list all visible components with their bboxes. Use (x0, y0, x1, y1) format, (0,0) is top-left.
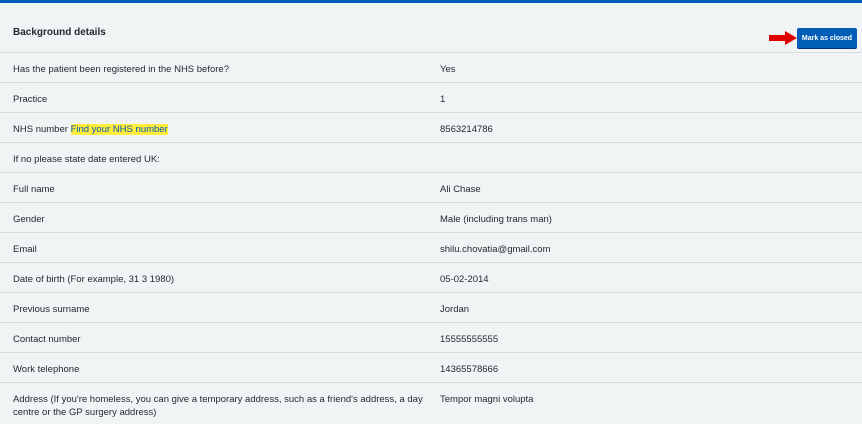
detail-value: Male (including trans man) (440, 214, 552, 225)
section-header: Background details Mark as closed (0, 3, 862, 53)
detail-row: Previous surname Jordan (0, 293, 862, 323)
detail-value: 05-02-2014 (440, 274, 489, 285)
detail-row: Work telephone 14365578666 (0, 353, 862, 383)
detail-row: Date of birth (For example, 31 3 1980) 0… (0, 263, 862, 293)
detail-row: Gender Male (including trans man) (0, 203, 862, 233)
detail-key: If no please state date entered UK: (13, 154, 160, 165)
detail-key: Date of birth (For example, 31 3 1980) (13, 274, 175, 285)
mark-as-closed-button[interactable]: Mark as closed (797, 28, 857, 48)
detail-value: 15555555555 (440, 334, 499, 345)
detail-key: Work telephone (13, 364, 80, 375)
detail-value: 14365578666 (440, 364, 499, 375)
find-nhs-number-link[interactable]: Find your NHS number (70, 124, 168, 135)
detail-row: NHS number Find your NHS number 85632147… (0, 113, 862, 143)
detail-key: Practice (13, 94, 48, 105)
detail-key: Address (If you're homeless, you can giv… (13, 394, 423, 418)
detail-value: Yes (440, 64, 456, 75)
detail-row: Address (If you're homeless, you can giv… (0, 383, 862, 424)
red-right-arrow-icon (769, 31, 797, 45)
detail-row: Practice 1 (0, 83, 862, 113)
detail-key: Previous surname (13, 304, 90, 315)
detail-value: 1 (440, 94, 446, 105)
detail-value: 8563214786 (440, 124, 493, 135)
detail-value: Ali Chase (440, 184, 481, 195)
nhs-number-label: NHS number (13, 124, 68, 135)
detail-row: If no please state date entered UK: (0, 143, 862, 173)
detail-key: Has the patient been registered in the N… (13, 64, 229, 75)
detail-key: Full name (13, 184, 55, 195)
detail-row: Full name Ali Chase (0, 173, 862, 203)
detail-key: Contact number (13, 334, 81, 345)
detail-value: Jordan (440, 304, 470, 315)
detail-key: Email (13, 244, 37, 255)
detail-value: Tempor magni volupta (440, 394, 534, 405)
section-title: Background details (13, 27, 106, 38)
detail-value: shilu.chovatia@gmail.com (440, 244, 551, 255)
detail-row: Has the patient been registered in the N… (0, 53, 862, 83)
detail-row: Contact number 15555555555 (0, 323, 862, 353)
detail-key-with-link: NHS number Find your NHS number (13, 123, 428, 136)
detail-key: Gender (13, 214, 45, 225)
detail-row: Email shilu.chovatia@gmail.com (0, 233, 862, 263)
details-list: Has the patient been registered in the N… (0, 53, 862, 424)
